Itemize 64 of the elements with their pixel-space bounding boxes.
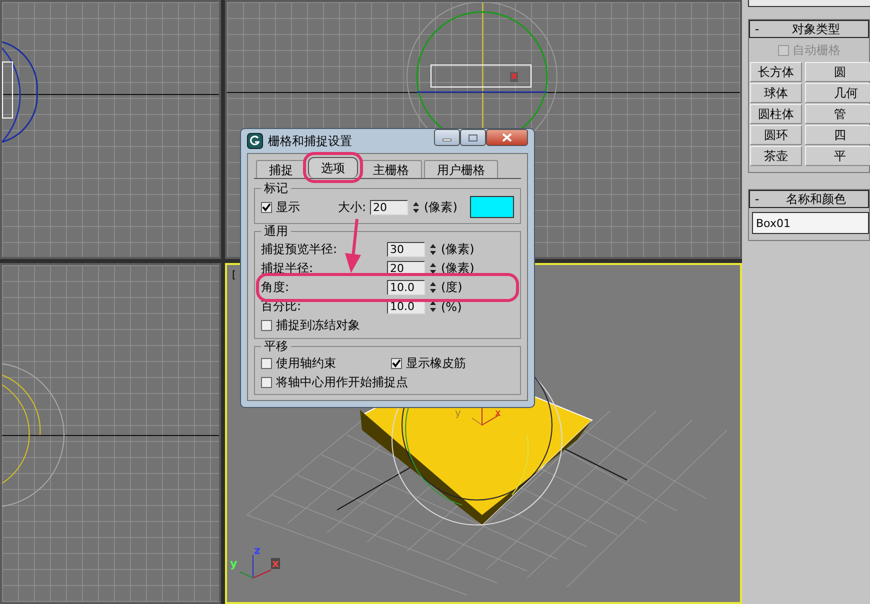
object-type-button[interactable]: 平 — [805, 146, 870, 166]
object-type-button[interactable]: 长方体 — [750, 62, 802, 82]
maximize-button[interactable] — [460, 129, 486, 146]
unit-label: (像素) — [441, 260, 474, 277]
spinner-icon[interactable] — [412, 200, 420, 214]
close-button[interactable] — [486, 129, 528, 146]
field-label: 大小: — [338, 198, 366, 216]
group-title: 通用 — [261, 224, 291, 238]
minimize-button[interactable] — [434, 129, 460, 146]
checkbox-label: 将轴中心用作开始捕捉点 — [276, 374, 408, 391]
number-field[interactable]: 30 — [387, 242, 425, 257]
close-icon — [502, 133, 512, 142]
axis-label: y — [229, 558, 238, 569]
spinner-icon[interactable] — [429, 261, 437, 276]
field-label: 角度: — [261, 279, 290, 296]
group-title: 标记 — [261, 181, 291, 195]
window-title: 栅格和捕捉设置 — [268, 132, 353, 150]
rollout-title[interactable]: 对象类型 — [764, 20, 868, 38]
field-label: 捕捉预览半径: — [261, 241, 338, 258]
collapse-button[interactable]: - — [750, 192, 764, 206]
collapse-button[interactable]: - — [750, 22, 764, 36]
object-type-button[interactable]: 圆 — [805, 62, 870, 82]
number-field[interactable]: 10.0 — [387, 280, 425, 295]
axis-label: x — [510, 72, 518, 82]
tab[interactable]: 主栅格 — [360, 160, 422, 178]
spinner-icon[interactable] — [429, 280, 437, 295]
object-type-button[interactable]: 茶壶 — [750, 146, 802, 166]
tab[interactable]: 捕捉 — [256, 160, 306, 178]
object-type-button[interactable]: 几何 — [805, 83, 870, 103]
maximize-icon — [468, 134, 478, 142]
viewport-label[interactable]: [ — [232, 271, 236, 281]
app-icon — [247, 133, 263, 149]
spinner-icon[interactable] — [429, 299, 437, 314]
color-swatch[interactable] — [470, 196, 514, 218]
checkbox[interactable] — [261, 358, 272, 369]
gizmo-axis-label: y — [455, 409, 461, 419]
checkbox-label: 显示 — [276, 198, 300, 216]
axis-label: x — [271, 558, 280, 569]
checkbox[interactable] — [261, 320, 272, 331]
rollout-title[interactable]: 名称和颜色 — [764, 190, 868, 208]
checkbox-label: 自动栅格 — [792, 42, 840, 59]
unit-label: (%) — [441, 300, 462, 314]
spinner-icon[interactable] — [429, 242, 437, 257]
checkbox[interactable] — [261, 377, 272, 388]
axis-label: z — [253, 545, 262, 556]
object-type-button[interactable]: 圆环 — [750, 125, 802, 145]
unit-label: (度) — [441, 279, 462, 296]
object-type-button[interactable]: 圆柱体 — [750, 104, 802, 124]
object-type-button[interactable]: 四 — [805, 125, 870, 145]
unit-label: (像素) — [441, 241, 474, 258]
dropdown-field[interactable] — [748, 0, 870, 7]
checkbox-label: 捕捉到冻结对象 — [276, 317, 360, 334]
checkbox[interactable] — [261, 202, 272, 212]
name-field[interactable]: Box01 — [752, 212, 869, 234]
number-field[interactable]: 20 — [370, 200, 408, 214]
checkbox-label: 显示橡皮筋 — [406, 355, 466, 372]
unit-label: (像素) — [424, 198, 458, 216]
checkbox-label: 使用轴约束 — [276, 355, 336, 372]
tab[interactable]: 用户栅格 — [424, 160, 498, 178]
object-type-button[interactable]: 管 — [805, 104, 870, 124]
checkbox[interactable] — [391, 358, 402, 369]
gizmo-axis-label: x — [495, 409, 501, 419]
object-type-button[interactable]: 球体 — [750, 83, 802, 103]
group-title: 平移 — [261, 339, 291, 353]
